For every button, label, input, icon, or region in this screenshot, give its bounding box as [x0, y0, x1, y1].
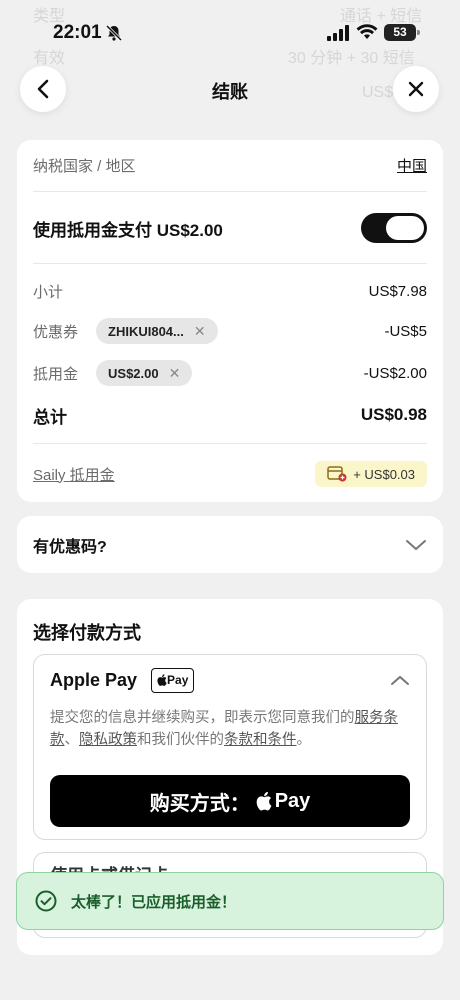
earn-credit-text: + US$0.03	[353, 466, 415, 482]
ghost-text: 通话 + 短信	[340, 8, 423, 25]
coupon-label: 优惠券	[33, 323, 79, 341]
coupon-chip-text: ZHIKUI804...	[108, 323, 184, 339]
privacy-policy-link[interactable]: 隐私政策	[79, 732, 137, 748]
subtotal-label: 小计	[33, 283, 64, 301]
tax-country-label: 纳税国家 / 地区	[33, 157, 136, 175]
subtotal-value: US$7.98	[368, 282, 427, 300]
apple-pay-label: Apple Pay	[50, 669, 138, 690]
saily-credit-link[interactable]: Saily 抵用金	[33, 464, 115, 485]
close-icon	[408, 81, 424, 97]
divider	[33, 263, 427, 264]
remove-coupon-icon[interactable]: ✕	[194, 323, 206, 340]
tax-country-link[interactable]: 中国	[397, 155, 427, 176]
page-title: 结账	[212, 82, 248, 102]
ghost-text: 类型	[33, 8, 66, 25]
chevron-down-icon	[406, 540, 426, 551]
total-value: US$0.98	[360, 405, 427, 424]
order-summary-card: 纳税国家 / 地区 中国 使用抵用金支付 US$2.00 小计 US$7.98 …	[17, 140, 443, 502]
battery-indicator: 53	[384, 24, 420, 41]
terms-end: 。	[296, 732, 312, 748]
terms-prefix: 提交您的信息并继续购买，即表示您同意我们的	[50, 710, 355, 726]
toast-message: 太棒了！已应用抵用金！	[71, 893, 237, 911]
apple-pay-mark: Pay	[151, 667, 195, 693]
checkout-header: 结账	[0, 66, 460, 118]
success-toast: 太棒了！已应用抵用金！	[16, 872, 444, 930]
payment-section-title: 选择付款方式	[33, 623, 141, 643]
credit-value: -US$2.00	[363, 364, 427, 382]
apple-logo-icon	[157, 674, 167, 686]
muted-bell-icon	[105, 24, 123, 42]
toggle-knob	[386, 216, 424, 240]
pay-button-label: 购买方式：	[149, 792, 250, 815]
use-credit-toggle[interactable]	[361, 213, 427, 243]
remove-credit-icon[interactable]: ✕	[169, 365, 181, 382]
terms-middle: 和我们伙伴的	[137, 732, 224, 748]
signal-icon	[327, 25, 349, 41]
apple-logo-icon	[256, 791, 272, 811]
apple-pay-mark-text: Pay	[167, 673, 189, 687]
use-credit-label: 使用抵用金支付 US$2.00	[33, 220, 223, 240]
credit-chip[interactable]: US$2.00 ✕	[96, 360, 193, 386]
close-button[interactable]	[393, 66, 439, 112]
promo-code-label: 有优惠码?	[33, 539, 107, 556]
credit-chip-text: US$2.00	[108, 365, 159, 381]
divider	[33, 443, 427, 444]
ghost-text: 30 分钟 + 30 短信	[288, 50, 415, 67]
coupon-value: -US$5	[384, 322, 427, 340]
total-label: 总计	[33, 407, 67, 427]
ghost-text: 有效	[33, 50, 66, 67]
check-circle-icon	[35, 890, 57, 912]
terms-separator: 、	[64, 732, 80, 748]
pay-button-brand: Pay	[274, 789, 311, 812]
apple-pay-button[interactable]: 购买方式： Pay	[50, 775, 410, 827]
wallet-plus-icon	[327, 466, 347, 482]
coupon-chip[interactable]: ZHIKUI804... ✕	[96, 318, 218, 344]
credit-label: 抵用金	[33, 365, 79, 383]
terms-text: 提交您的信息并继续购买，即表示您同意我们的服务条款、隐私政策和我们伙伴的条款和条…	[50, 707, 406, 751]
promo-code-card[interactable]: 有优惠码?	[17, 516, 443, 573]
partner-terms-link[interactable]: 条款和条件	[224, 732, 297, 748]
earn-credit-badge: + US$0.03	[315, 461, 427, 487]
chevron-up-icon[interactable]	[390, 674, 410, 686]
apple-pay-option[interactable]: Apple Pay Pay 提交您的信息并继续购买，即表示您同意我们的服务条款、…	[33, 654, 427, 840]
divider	[33, 191, 427, 192]
